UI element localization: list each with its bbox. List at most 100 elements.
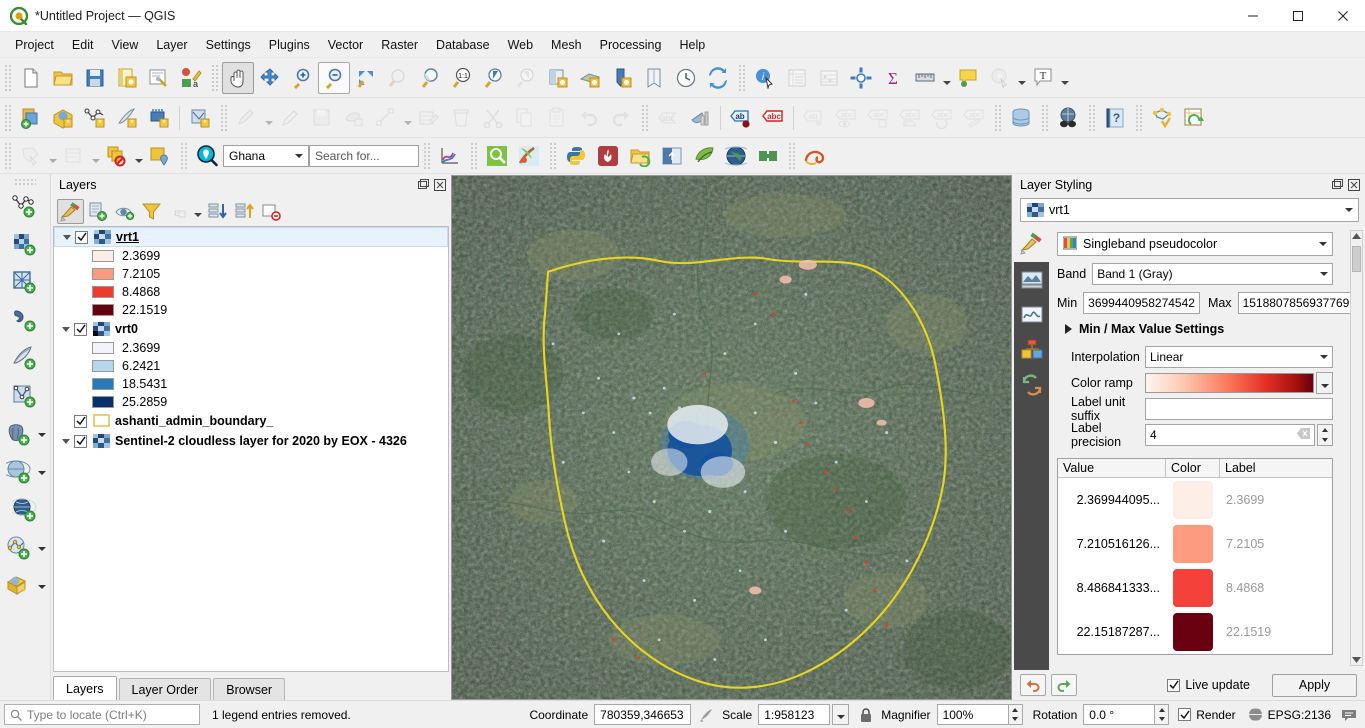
- deselect-icon[interactable]: [684, 102, 716, 134]
- chevron-down-icon[interactable]: [58, 439, 74, 444]
- new-spatialite-icon[interactable]: *: [111, 102, 143, 134]
- toggle-editing-icon[interactable]: [274, 102, 306, 134]
- styling-scrollbar[interactable]: [1350, 230, 1363, 666]
- menu-layer[interactable]: Layer: [147, 35, 196, 55]
- close-button[interactable]: [1320, 0, 1365, 32]
- current-edits-icon[interactable]: [231, 102, 263, 134]
- messages-icon[interactable]: [1341, 708, 1357, 722]
- label-precision-stepper[interactable]: [1317, 424, 1333, 446]
- menu-mesh[interactable]: Mesh: [542, 35, 591, 55]
- menu-raster[interactable]: Raster: [372, 35, 427, 55]
- toolbar-grip[interactable]: [219, 104, 228, 131]
- action-dropdown-caret-icon[interactable]: [1016, 62, 1027, 94]
- stepper-down-icon[interactable]: [1009, 715, 1022, 725]
- field-calculator-icon[interactable]: [813, 62, 845, 94]
- interpolation-selector[interactable]: Linear: [1145, 346, 1333, 368]
- menu-help[interactable]: Help: [670, 35, 714, 55]
- toolbar-grip[interactable]: [14, 178, 36, 186]
- add-layer-icon[interactable]: [15, 102, 47, 134]
- select-by-expression-icon[interactable]: [58, 140, 90, 172]
- label-highlight-icon[interactable]: abc: [757, 102, 789, 134]
- zoom-next-icon[interactable]: [510, 62, 542, 94]
- paste-features-icon[interactable]: [541, 102, 573, 134]
- save-project-as-icon[interactable]: [111, 62, 143, 94]
- menu-view[interactable]: View: [102, 35, 147, 55]
- stepper-down-icon[interactable]: [1155, 715, 1168, 725]
- style-manager-icon[interactable]: a: [175, 62, 207, 94]
- cut-features-icon[interactable]: [477, 102, 509, 134]
- zoom-to-selection-icon[interactable]: [382, 62, 414, 94]
- apply-button[interactable]: Apply: [1272, 673, 1357, 697]
- refresh-table-icon[interactable]: [1178, 102, 1210, 134]
- chevron-down-icon[interactable]: [36, 433, 49, 437]
- filter-legend-icon[interactable]: [138, 199, 165, 224]
- select-features-by-area-icon[interactable]: [15, 140, 47, 172]
- menu-database[interactable]: Database: [427, 35, 499, 55]
- zoom-to-layer-icon[interactable]: [414, 62, 446, 94]
- band-selector[interactable]: Band 1 (Gray): [1092, 263, 1333, 285]
- color-ramp-preview[interactable]: [1145, 373, 1314, 393]
- label-precision-input[interactable]: 4: [1145, 424, 1315, 446]
- cell-color[interactable]: [1166, 481, 1220, 519]
- toolbar-grip[interactable]: [210, 64, 219, 91]
- new-map-view-icon[interactable]: [574, 62, 606, 94]
- add-wcs-layer-icon[interactable]: [2, 532, 36, 566]
- layer-item-ashanti-boundary[interactable]: ashanti_admin_boundary_: [54, 411, 448, 431]
- zoom-native-icon[interactable]: 1:1: [446, 62, 478, 94]
- clear-icon[interactable]: [1297, 428, 1310, 442]
- lock-scale-icon[interactable]: [859, 707, 873, 723]
- undo-icon[interactable]: [573, 102, 605, 134]
- chevron-down-icon[interactable]: [36, 585, 49, 589]
- add-arcgis-layer-icon[interactable]: *: [2, 570, 36, 604]
- layer-visibility-checkbox[interactable]: [75, 230, 88, 244]
- table-row[interactable]: 22.15187287... 22.1519: [1058, 610, 1332, 654]
- filter-legend-by-expression-icon[interactable]: ε: [165, 199, 192, 224]
- deselect-features-icon[interactable]: [101, 140, 133, 172]
- help-contents-icon[interactable]: ?: [1099, 102, 1131, 134]
- toolbar-grip[interactable]: [640, 104, 649, 131]
- open-attribute-table-icon[interactable]: [781, 62, 813, 94]
- select-dropdown-caret-icon[interactable]: [47, 140, 58, 172]
- layer-visibility-checkbox[interactable]: [74, 322, 87, 336]
- toolbar-grip[interactable]: [548, 142, 557, 169]
- toolbar-grip[interactable]: [3, 104, 12, 131]
- stepper-up-icon[interactable]: [1009, 705, 1022, 715]
- open-data-source-manager-icon[interactable]: *: [47, 102, 79, 134]
- menu-edit[interactable]: Edit: [63, 35, 103, 55]
- swipe-tool-icon[interactable]: [656, 140, 688, 172]
- copy-features-icon[interactable]: [509, 102, 541, 134]
- refresh-layer-icon[interactable]: [542, 62, 574, 94]
- redo-icon[interactable]: [1051, 674, 1077, 696]
- new-shapefile-icon[interactable]: *: [79, 102, 111, 134]
- edits-dropdown-caret-icon[interactable]: [263, 102, 274, 134]
- chevron-down-icon[interactable]: [58, 327, 74, 332]
- toolbar-grip[interactable]: [993, 104, 1002, 131]
- layers-tree[interactable]: vrt1 2.3699 7.2105 8.4868 22.1519 vrt0 2…: [53, 226, 449, 672]
- menu-settings[interactable]: Settings: [197, 35, 260, 55]
- label-unit-suffix-input[interactable]: [1145, 398, 1333, 420]
- text-annotation-icon[interactable]: T: [1027, 62, 1059, 94]
- crs-icon[interactable]: [1247, 707, 1263, 722]
- paint-effects-icon[interactable]: [513, 140, 545, 172]
- coordinate-input[interactable]: 780359,346653: [594, 704, 692, 725]
- layer-selector[interactable]: vrt1: [1020, 198, 1359, 222]
- undo-icon[interactable]: [1020, 674, 1046, 696]
- snail-plugin-icon[interactable]: [799, 140, 831, 172]
- filter-expression-caret-icon[interactable]: [192, 199, 204, 224]
- toolbar-grip[interactable]: [737, 64, 746, 91]
- scroll-up-icon[interactable]: [1351, 230, 1362, 243]
- temporal-controller-icon[interactable]: [670, 62, 702, 94]
- new-project-icon[interactable]: [15, 62, 47, 94]
- tab-layer-order[interactable]: Layer Order: [118, 678, 212, 700]
- chevron-down-icon[interactable]: [36, 471, 49, 475]
- menu-project[interactable]: Project: [6, 35, 63, 55]
- toolbar-grip[interactable]: [787, 142, 796, 169]
- menu-processing[interactable]: Processing: [591, 35, 671, 55]
- add-wfs-layer-icon[interactable]: [8, 494, 42, 528]
- scroll-down-icon[interactable]: [1351, 653, 1362, 666]
- collapse-all-icon[interactable]: [231, 199, 258, 224]
- cell-color[interactable]: [1166, 569, 1220, 607]
- layer-item-sentinel[interactable]: Sentinel-2 cloudless layer for 2020 by E…: [54, 431, 448, 451]
- toolbar-grip[interactable]: [422, 142, 431, 169]
- delete-selected-icon[interactable]: [445, 102, 477, 134]
